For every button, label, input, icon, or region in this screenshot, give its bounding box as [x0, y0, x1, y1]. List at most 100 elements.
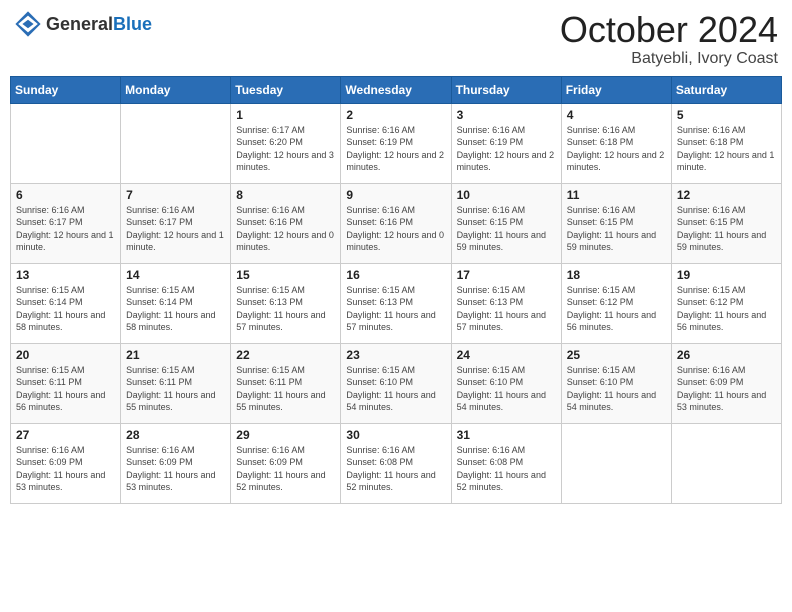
calendar-week-2: 6 Sunrise: 6:16 AM Sunset: 6:17 PM Daylig… [11, 183, 782, 263]
day-number: 18 [567, 268, 666, 282]
calendar-cell: 25 Sunrise: 6:15 AM Sunset: 6:10 PM Dayli… [561, 343, 671, 423]
day-info: Sunrise: 6:16 AM Sunset: 6:16 PM Dayligh… [346, 204, 445, 254]
day-number: 16 [346, 268, 445, 282]
day-number: 4 [567, 108, 666, 122]
calendar-cell: 13Sunrise: 6:15 AM Sunset: 6:14 PM Dayli… [11, 263, 121, 343]
day-number: 27 [16, 428, 115, 442]
day-number: 1 [236, 108, 335, 122]
day-info: Sunrise: 6:16 AM Sunset: 6:16 PM Dayligh… [236, 204, 335, 254]
calendar-cell: 19 Sunrise: 6:15 AM Sunset: 6:12 PM Dayli… [671, 263, 781, 343]
day-number: 17 [457, 268, 556, 282]
day-number: 26 [677, 348, 776, 362]
day-number: 7 [126, 188, 225, 202]
calendar-cell: 20Sunrise: 6:15 AM Sunset: 6:11 PM Dayli… [11, 343, 121, 423]
column-header-tuesday: Tuesday [231, 76, 341, 103]
calendar-cell: 11Sunrise: 6:16 AM Sunset: 6:15 PM Dayli… [561, 183, 671, 263]
calendar-cell [671, 423, 781, 503]
day-info: Sunrise: 6:16 AM Sunset: 6:08 PM Dayligh… [457, 444, 556, 494]
calendar-table: SundayMondayTuesdayWednesdayThursdayFrid… [10, 76, 782, 504]
day-number: 10 [457, 188, 556, 202]
day-number: 25 [567, 348, 666, 362]
calendar-cell: 18Sunrise: 6:15 AM Sunset: 6:12 PM Dayli… [561, 263, 671, 343]
day-info: Sunrise: 6:15 AM Sunset: 6:14 PM Dayligh… [16, 284, 115, 334]
calendar-cell: 2 Sunrise: 6:16 AM Sunset: 6:19 PM Daylig… [341, 103, 451, 183]
calendar-cell: 12 Sunrise: 6:16 AM Sunset: 6:15 PM Dayli… [671, 183, 781, 263]
day-number: 23 [346, 348, 445, 362]
day-info: Sunrise: 6:16 AM Sunset: 6:08 PM Dayligh… [346, 444, 445, 494]
calendar-cell: 21 Sunrise: 6:15 AM Sunset: 6:11 PM Dayli… [121, 343, 231, 423]
day-info: Sunrise: 6:16 AM Sunset: 6:19 PM Dayligh… [457, 124, 556, 174]
title-block: October 2024 Batyebli, Ivory Coast [560, 10, 778, 68]
day-info: Sunrise: 6:16 AM Sunset: 6:15 PM Dayligh… [457, 204, 556, 254]
calendar-cell: 5 Sunrise: 6:16 AM Sunset: 6:18 PM Daylig… [671, 103, 781, 183]
day-info: Sunrise: 6:15 AM Sunset: 6:12 PM Dayligh… [677, 284, 776, 334]
day-info: Sunrise: 6:15 AM Sunset: 6:10 PM Dayligh… [457, 364, 556, 414]
calendar-cell: 16 Sunrise: 6:15 AM Sunset: 6:13 PM Dayli… [341, 263, 451, 343]
calendar-cell: 1 Sunrise: 6:17 AM Sunset: 6:20 PM Daylig… [231, 103, 341, 183]
column-header-thursday: Thursday [451, 76, 561, 103]
day-info: Sunrise: 6:15 AM Sunset: 6:11 PM Dayligh… [16, 364, 115, 414]
day-number: 8 [236, 188, 335, 202]
logo-blue-text: Blue [113, 14, 152, 34]
day-info: Sunrise: 6:15 AM Sunset: 6:11 PM Dayligh… [126, 364, 225, 414]
day-number: 28 [126, 428, 225, 442]
day-info: Sunrise: 6:16 AM Sunset: 6:09 PM Dayligh… [677, 364, 776, 414]
column-header-friday: Friday [561, 76, 671, 103]
calendar-cell: 28 Sunrise: 6:16 AM Sunset: 6:09 PM Dayli… [121, 423, 231, 503]
day-info: Sunrise: 6:15 AM Sunset: 6:10 PM Dayligh… [567, 364, 666, 414]
calendar-cell: 14 Sunrise: 6:15 AM Sunset: 6:14 PM Dayli… [121, 263, 231, 343]
day-number: 6 [16, 188, 115, 202]
day-info: Sunrise: 6:16 AM Sunset: 6:19 PM Dayligh… [346, 124, 445, 174]
calendar-cell: 29 Sunrise: 6:16 AM Sunset: 6:09 PM Dayli… [231, 423, 341, 503]
calendar-cell: 10 Sunrise: 6:16 AM Sunset: 6:15 PM Dayli… [451, 183, 561, 263]
day-info: Sunrise: 6:16 AM Sunset: 6:17 PM Dayligh… [16, 204, 115, 254]
column-header-saturday: Saturday [671, 76, 781, 103]
day-number: 30 [346, 428, 445, 442]
day-number: 5 [677, 108, 776, 122]
calendar-cell: 27Sunrise: 6:16 AM Sunset: 6:09 PM Dayli… [11, 423, 121, 503]
day-number: 12 [677, 188, 776, 202]
day-info: Sunrise: 6:16 AM Sunset: 6:09 PM Dayligh… [126, 444, 225, 494]
day-number: 15 [236, 268, 335, 282]
column-header-monday: Monday [121, 76, 231, 103]
calendar-week-4: 20Sunrise: 6:15 AM Sunset: 6:11 PM Dayli… [11, 343, 782, 423]
location-subtitle: Batyebli, Ivory Coast [560, 50, 778, 68]
day-info: Sunrise: 6:15 AM Sunset: 6:13 PM Dayligh… [457, 284, 556, 334]
calendar-cell [561, 423, 671, 503]
column-header-wednesday: Wednesday [341, 76, 451, 103]
calendar-cell: 17 Sunrise: 6:15 AM Sunset: 6:13 PM Dayli… [451, 263, 561, 343]
day-info: Sunrise: 6:16 AM Sunset: 6:15 PM Dayligh… [567, 204, 666, 254]
calendar-cell [11, 103, 121, 183]
calendar-cell: 31 Sunrise: 6:16 AM Sunset: 6:08 PM Dayli… [451, 423, 561, 503]
day-number: 21 [126, 348, 225, 362]
day-number: 31 [457, 428, 556, 442]
column-header-sunday: Sunday [11, 76, 121, 103]
day-info: Sunrise: 6:17 AM Sunset: 6:20 PM Dayligh… [236, 124, 335, 174]
day-number: 2 [346, 108, 445, 122]
calendar-cell: 8 Sunrise: 6:16 AM Sunset: 6:16 PM Daylig… [231, 183, 341, 263]
calendar-cell: 15 Sunrise: 6:15 AM Sunset: 6:13 PM Dayli… [231, 263, 341, 343]
logo-general-text: General [46, 14, 113, 34]
day-info: Sunrise: 6:16 AM Sunset: 6:18 PM Dayligh… [677, 124, 776, 174]
calendar-cell [121, 103, 231, 183]
day-number: 29 [236, 428, 335, 442]
page-header: GeneralBlue October 2024 Batyebli, Ivory… [10, 10, 782, 68]
day-info: Sunrise: 6:15 AM Sunset: 6:14 PM Dayligh… [126, 284, 225, 334]
day-info: Sunrise: 6:15 AM Sunset: 6:13 PM Dayligh… [346, 284, 445, 334]
day-number: 24 [457, 348, 556, 362]
calendar-week-1: 1 Sunrise: 6:17 AM Sunset: 6:20 PM Daylig… [11, 103, 782, 183]
calendar-cell: 9Sunrise: 6:16 AM Sunset: 6:16 PM Daylig… [341, 183, 451, 263]
calendar-cell: 26 Sunrise: 6:16 AM Sunset: 6:09 PM Dayli… [671, 343, 781, 423]
calendar-cell: 30 Sunrise: 6:16 AM Sunset: 6:08 PM Dayli… [341, 423, 451, 503]
calendar-cell: 4Sunrise: 6:16 AM Sunset: 6:18 PM Daylig… [561, 103, 671, 183]
calendar-cell: 6 Sunrise: 6:16 AM Sunset: 6:17 PM Daylig… [11, 183, 121, 263]
logo: GeneralBlue [14, 10, 152, 38]
day-info: Sunrise: 6:16 AM Sunset: 6:09 PM Dayligh… [236, 444, 335, 494]
calendar-cell: 3Sunrise: 6:16 AM Sunset: 6:19 PM Daylig… [451, 103, 561, 183]
day-number: 22 [236, 348, 335, 362]
day-number: 14 [126, 268, 225, 282]
calendar-week-3: 13Sunrise: 6:15 AM Sunset: 6:14 PM Dayli… [11, 263, 782, 343]
day-number: 19 [677, 268, 776, 282]
day-info: Sunrise: 6:16 AM Sunset: 6:15 PM Dayligh… [677, 204, 776, 254]
day-info: Sunrise: 6:15 AM Sunset: 6:13 PM Dayligh… [236, 284, 335, 334]
